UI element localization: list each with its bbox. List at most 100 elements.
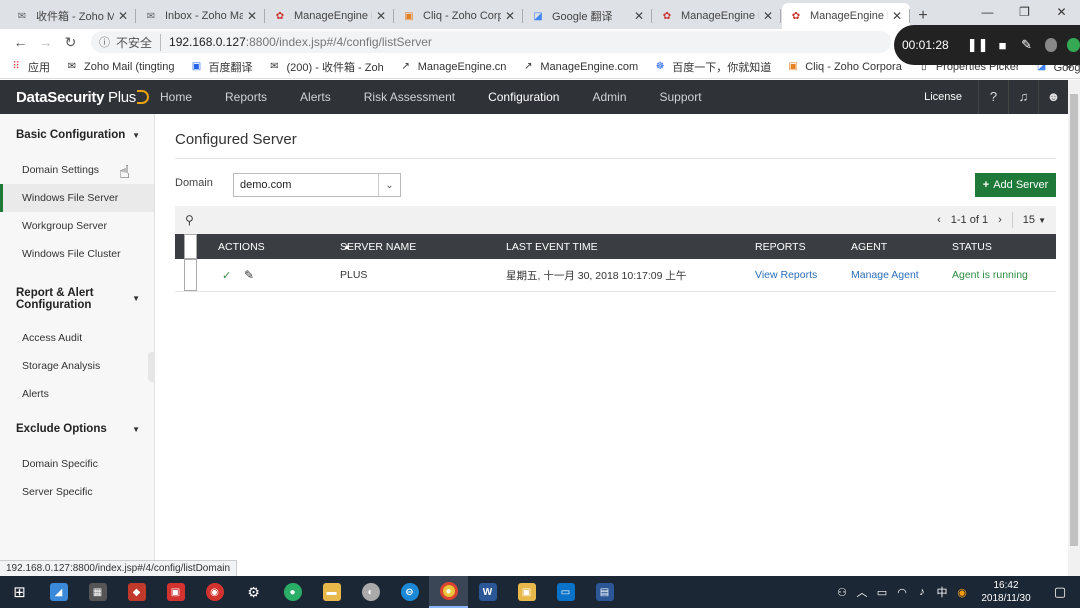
bookmark-item[interactable]: ✉ Zoho Mail (tingting xyxy=(66,61,175,73)
bookmark-item[interactable]: ▣ Cliq - Zoho Corpora xyxy=(787,61,901,73)
browser-tab[interactable]: ✉ 收件箱 - Zoho M ✕ xyxy=(8,3,136,29)
app-icon[interactable]: ▣ xyxy=(507,576,546,608)
wechat-icon[interactable]: ● xyxy=(273,576,312,608)
settings-gear-icon[interactable]: ⚙ xyxy=(234,576,273,608)
sidebar-item-storage-analysis[interactable]: Storage Analysis xyxy=(0,352,154,380)
app-icon[interactable]: ▭ xyxy=(546,576,585,608)
app-icon[interactable]: ◢ xyxy=(39,576,78,608)
next-page-icon[interactable]: › xyxy=(998,214,1002,226)
sidebar-item-access-audit[interactable]: Access Audit xyxy=(0,324,154,352)
bell-icon[interactable]: ♫ xyxy=(1008,80,1038,114)
browser-tab[interactable]: ✿ ManageEngine D ✕ xyxy=(653,3,781,29)
sidebar-item-alerts[interactable]: Alerts xyxy=(0,380,154,408)
nav-support[interactable]: Support xyxy=(660,90,702,104)
nav-home[interactable]: Home xyxy=(160,90,192,104)
close-window-icon[interactable]: ✕ xyxy=(1043,0,1080,24)
browser-tab[interactable]: ✿ ManageEngine D ✕ xyxy=(266,3,394,29)
user-icon[interactable]: ☻ xyxy=(1038,80,1068,114)
sidebar-section-basic-configuration[interactable]: Basic Configuration ▼ xyxy=(0,114,154,156)
volume-icon[interactable]: ♪ xyxy=(912,586,932,598)
page-scrollbar[interactable] xyxy=(1068,80,1080,576)
bookmark-item[interactable]: ▣ 百度翻译 xyxy=(191,59,253,75)
caret-down-icon: ▼ xyxy=(132,424,140,434)
browser-tab-active[interactable]: ✿ ManageEngine D ✕ xyxy=(782,3,910,29)
sidebar-item-windows-file-server[interactable]: Windows File Server xyxy=(0,184,154,212)
pause-icon[interactable]: ❚❚ xyxy=(967,37,989,53)
restore-icon[interactable]: ❐ xyxy=(1006,0,1043,24)
app-icon[interactable]: ▣ xyxy=(156,576,195,608)
edit-pencil-icon[interactable]: ✎ xyxy=(244,259,254,291)
info-icon[interactable]: ⓘ xyxy=(99,34,110,50)
nav-configuration[interactable]: Configuration xyxy=(488,90,559,104)
sidebar-item-workgroup-server[interactable]: Workgroup Server xyxy=(0,212,154,240)
sidebar-item-domain-specific[interactable]: Domain Specific xyxy=(0,450,154,478)
forward-icon[interactable]: → xyxy=(33,30,58,54)
battery-icon[interactable]: ▭ xyxy=(872,586,892,599)
app-icon[interactable]: ▤ xyxy=(585,576,624,608)
col-server-name[interactable]: SERVER NAME ▲ xyxy=(340,234,416,259)
check-icon[interactable]: ✓ xyxy=(222,259,231,291)
view-reports-link[interactable]: View Reports xyxy=(755,259,817,291)
app-tray-icon[interactable]: ◉ xyxy=(952,586,972,599)
url-input[interactable]: ⓘ 不安全 192.168.0.127:8800/index.jsp#/4/co… xyxy=(91,31,891,53)
browser-tab[interactable]: ◪ Google 翻译 ✕ xyxy=(524,3,652,29)
extension-icon[interactable] xyxy=(1067,38,1080,52)
calculator-icon[interactable]: ▦ xyxy=(78,576,117,608)
close-tab-icon[interactable]: ✕ xyxy=(634,9,644,23)
wifi-icon[interactable]: ◠ xyxy=(892,586,912,599)
sidebar-item-domain-settings[interactable]: Domain Settings xyxy=(0,156,154,184)
bookmark-item[interactable]: ☸ 百度一下，你就知道 xyxy=(654,59,771,75)
bookmark-item[interactable]: ✉ (200) - 收件箱 - Zoh xyxy=(269,59,383,75)
nav-reports[interactable]: Reports xyxy=(225,90,267,104)
stop-icon[interactable]: ■ xyxy=(993,38,1013,53)
taskbar-clock[interactable]: 16:42 2018/11/30 xyxy=(972,579,1040,605)
close-tab-icon[interactable]: ✕ xyxy=(763,9,773,23)
scrollbar-thumb[interactable] xyxy=(1070,94,1078,546)
people-icon[interactable]: ⚇ xyxy=(832,586,852,599)
app-icon[interactable]: ⊖ xyxy=(390,576,429,608)
reload-icon[interactable]: ↻ xyxy=(58,30,83,54)
close-tab-icon[interactable]: ✕ xyxy=(118,9,128,23)
browser-tab[interactable]: ✉ Inbox - Zoho Ma ✕ xyxy=(137,3,265,29)
tray-expand-icon[interactable]: ︿ xyxy=(852,584,872,600)
nav-alerts[interactable]: Alerts xyxy=(300,90,331,104)
sidebar-item-windows-file-cluster[interactable]: Windows File Cluster xyxy=(0,240,154,268)
add-server-button[interactable]: + Add Server xyxy=(975,173,1056,197)
sidebar-item-server-specific[interactable]: Server Specific xyxy=(0,478,154,506)
prev-page-icon[interactable]: ‹ xyxy=(937,214,941,226)
notifications-icon[interactable]: ▢ xyxy=(1040,584,1080,600)
pen-icon[interactable]: ✎ xyxy=(1017,37,1037,53)
close-tab-icon[interactable]: ✕ xyxy=(505,9,515,23)
app-logo[interactable]: DataSecurity Plus xyxy=(0,89,150,106)
windows-start-icon[interactable]: ⊞ xyxy=(0,576,39,608)
back-icon[interactable]: ← xyxy=(8,30,33,54)
netease-music-icon[interactable]: ◉ xyxy=(195,576,234,608)
page-size-select[interactable]: 15 ▼ xyxy=(1023,214,1046,226)
close-tab-icon[interactable]: ✕ xyxy=(247,9,257,23)
license-link[interactable]: License xyxy=(924,91,962,103)
app-icon[interactable]: ◆ xyxy=(117,576,156,608)
bookmark-item[interactable]: ↗ ManageEngine.com xyxy=(522,61,638,73)
profile-icon[interactable] xyxy=(1044,38,1058,52)
close-tab-icon[interactable]: ✕ xyxy=(376,9,386,23)
domain-select[interactable]: demo.com ⌄ xyxy=(233,173,401,197)
sidebar-section-report-alert-configuration[interactable]: Report & Alert Configuration ▼ xyxy=(0,268,154,324)
file-explorer-icon[interactable]: ▬ xyxy=(312,576,351,608)
nav-risk-assessment[interactable]: Risk Assessment xyxy=(364,90,455,104)
help-icon[interactable]: ? xyxy=(978,80,1008,114)
app-icon[interactable]: ◐ xyxy=(351,576,390,608)
bookmark-apps[interactable]: ⠿ 应用 xyxy=(10,59,50,75)
chrome-icon[interactable]: ● xyxy=(429,576,468,608)
word-icon[interactable]: W xyxy=(468,576,507,608)
bookmark-item[interactable]: ↗ ManageEngine.cn xyxy=(400,61,506,73)
browser-tab[interactable]: ▣ Cliq - Zoho Corp ✕ xyxy=(395,3,523,29)
link-preview-status: 192.168.0.127:8800/index.jsp#/4/config/l… xyxy=(0,560,238,576)
nav-admin[interactable]: Admin xyxy=(592,90,626,104)
minimize-icon[interactable]: — xyxy=(969,0,1006,24)
ime-indicator[interactable]: 中 xyxy=(932,584,952,600)
sidebar-section-exclude-options[interactable]: Exclude Options ▼ xyxy=(0,408,154,450)
search-icon[interactable]: ⚲ xyxy=(185,213,194,227)
chevron-down-icon[interactable]: ⌄ xyxy=(378,174,400,196)
manage-agent-link[interactable]: Manage Agent xyxy=(851,259,919,291)
close-tab-icon[interactable]: ✕ xyxy=(892,9,902,23)
